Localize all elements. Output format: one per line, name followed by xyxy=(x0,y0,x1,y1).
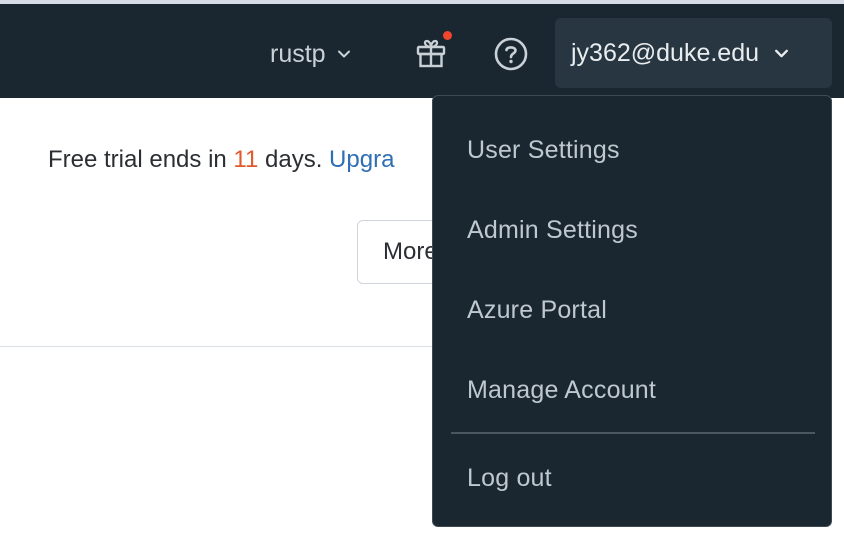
trial-prefix: Free trial ends in xyxy=(48,146,234,173)
trial-days-count: 11 xyxy=(233,146,259,173)
account-email: jy362@duke.edu xyxy=(571,38,760,67)
gift-icon xyxy=(416,39,446,68)
chevron-down-icon xyxy=(337,50,350,58)
top-navbar: rustp jy362@duke.edu xyxy=(0,4,844,98)
trial-suffix: days. xyxy=(258,146,330,173)
help-icon xyxy=(494,37,528,71)
menu-item-azure-portal[interactable]: Azure Portal xyxy=(433,280,831,340)
whats-new-button[interactable] xyxy=(415,31,452,71)
upgrade-link[interactable]: Upgra xyxy=(329,146,394,173)
trial-banner: Free trial ends in 11 days. Upgra xyxy=(48,146,394,174)
menu-item-log-out[interactable]: Log out xyxy=(433,448,831,508)
account-dropdown-menu: User Settings Admin Settings Azure Porta… xyxy=(432,95,832,527)
content-divider xyxy=(0,346,440,347)
workspace-name: rustp xyxy=(270,39,326,68)
chevron-down-icon xyxy=(775,49,788,57)
notification-dot xyxy=(443,31,452,40)
menu-separator xyxy=(451,432,815,434)
menu-item-admin-settings[interactable]: Admin Settings xyxy=(433,200,831,260)
help-button[interactable] xyxy=(493,36,529,72)
workspace-switcher[interactable]: rustp xyxy=(270,34,352,74)
menu-item-manage-account[interactable]: Manage Account xyxy=(433,360,831,420)
menu-item-user-settings[interactable]: User Settings xyxy=(433,120,831,180)
account-menu-button[interactable]: jy362@duke.edu xyxy=(555,18,832,88)
